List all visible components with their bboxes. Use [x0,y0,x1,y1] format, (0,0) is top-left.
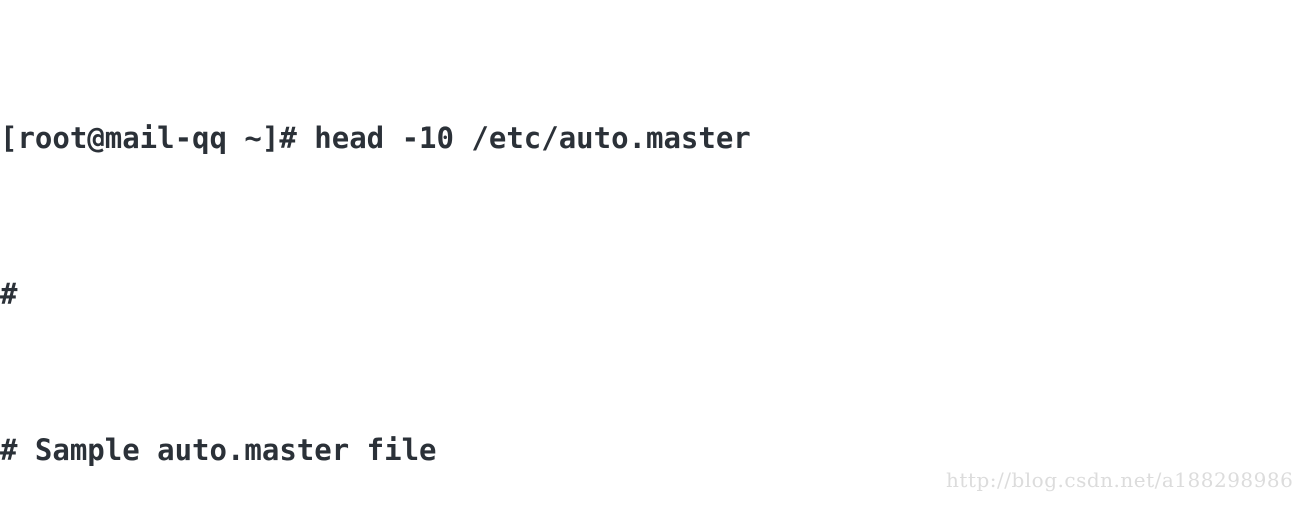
terminal-line-text: # [0,277,18,311]
terminal-output-area[interactable]: [root@mail-qq ~]# head -10 /etc/auto.mas… [0,0,1294,509]
terminal-line-comment-blank-1: # [0,275,1294,314]
terminal-screenshot: [root@mail-qq ~]# head -10 /etc/auto.mas… [0,0,1294,509]
terminal-line-comment-sample: # Sample auto.master file [0,431,1294,470]
terminal-line-text: # Sample auto.master file [0,433,437,467]
terminal-line-command-head: [root@mail-qq ~]# head -10 /etc/auto.mas… [0,119,1294,158]
terminal-line-text: [root@mail-qq ~]# head -10 /etc/auto.mas… [0,121,751,155]
watermark-text: http://blog.csdn.net/a18829898663 [946,468,1294,492]
